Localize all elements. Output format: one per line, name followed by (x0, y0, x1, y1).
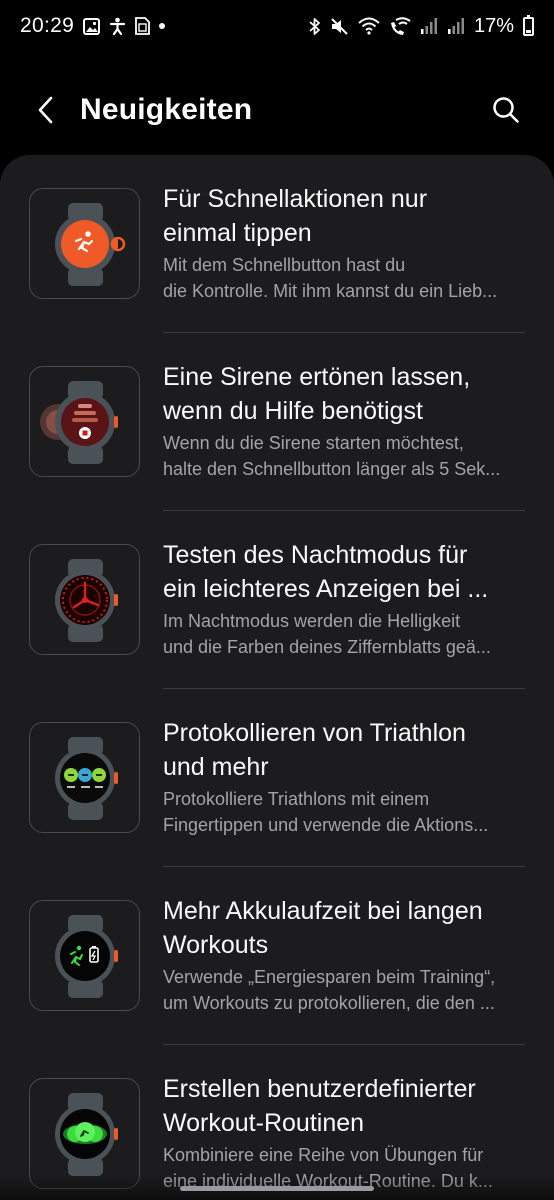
news-item-description: Verwende „Energiesparen beim Training“, (163, 967, 496, 987)
news-item-night-mode[interactable]: Testen des Nachtmodus für ein leichteres… (0, 511, 554, 689)
mute-icon (330, 17, 349, 36)
battery-icon (523, 14, 534, 36)
news-item-workout-routines[interactable]: Erstellen benutzerdefinierter Workout-Ro… (0, 1045, 554, 1200)
news-item-text: Mehr Akkulaufzeit bei langen Workouts Ve… (163, 894, 525, 1016)
quick-button-thumbnail (29, 188, 140, 299)
news-item-text: Für Schnellaktionen nur einmal tippen Mi… (163, 182, 525, 304)
status-right: 17% (308, 14, 534, 38)
navigation-handle[interactable] (180, 1186, 374, 1191)
news-item-title: Workout-Routinen (163, 1109, 365, 1137)
battery-saving-thumbnail (29, 900, 140, 1011)
accessibility-icon (109, 17, 126, 35)
news-item-description: Im Nachtmodus werden die Helligkeit (163, 611, 461, 631)
night-mode-thumbnail (29, 544, 140, 655)
signal-icon (447, 17, 465, 35)
news-item-title: und mehr (163, 753, 269, 781)
news-item-title: Erstellen benutzerdefinierter (163, 1075, 476, 1103)
dot-icon (159, 23, 166, 29)
news-item-title: Testen des Nachtmodus für (163, 541, 468, 569)
workout-routines-thumbnail (29, 1078, 140, 1189)
status-bar: 20:29 17% (0, 0, 554, 52)
news-item-description: Mit dem Schnellbutton hast du (163, 255, 406, 275)
news-item-triathlon[interactable]: Protokollieren von Triathlon und mehr Pr… (0, 689, 554, 867)
search-icon (493, 97, 519, 123)
chevron-left-icon (38, 96, 53, 124)
news-item-quick-button[interactable]: Für Schnellaktionen nur einmal tippen Mi… (0, 155, 554, 333)
news-item-title: wenn du Hilfe benötigst (163, 397, 423, 425)
news-item-siren[interactable]: Eine Sirene ertönen lassen, wenn du Hilf… (0, 333, 554, 511)
news-item-title: Protokollieren von Triathlon (163, 719, 466, 747)
news-item-text: Eine Sirene ertönen lassen, wenn du Hilf… (163, 360, 525, 482)
news-item-title: Mehr Akkulaufzeit bei langen (163, 897, 483, 925)
news-item-text: Erstellen benutzerdefinierter Workout-Ro… (163, 1072, 525, 1194)
news-item-text: Testen des Nachtmodus für ein leichteres… (163, 538, 525, 660)
news-item-description: die Kontrolle. Mit ihm kannst du ein Lie… (163, 281, 498, 301)
news-list: Für Schnellaktionen nur einmal tippen Mi… (0, 155, 554, 1200)
wifi-icon (358, 17, 380, 35)
news-item-description: Fingertippen und verwende die Aktions... (163, 815, 489, 835)
signal-icon (420, 17, 438, 35)
news-item-battery-saving[interactable]: Mehr Akkulaufzeit bei langen Workouts Ve… (0, 867, 554, 1045)
gallery-icon (83, 17, 101, 35)
bluetooth-icon (308, 17, 321, 36)
status-time: 20:29 (20, 14, 75, 37)
news-item-description: Kombiniere eine Reihe von Übungen für (163, 1145, 484, 1165)
back-button[interactable] (16, 80, 76, 140)
news-item-description: und die Farben deines Ziffernblatts geä.… (163, 637, 491, 657)
news-item-title: Eine Sirene ertönen lassen, (163, 363, 471, 391)
battery-percent: 17% (473, 14, 514, 37)
siren-thumbnail (29, 366, 140, 477)
news-item-title: Für Schnellaktionen nur (163, 185, 428, 213)
search-button[interactable] (476, 80, 536, 140)
status-left: 20:29 (20, 14, 166, 38)
news-item-title: Workouts (163, 931, 269, 959)
news-item-description: Wenn du die Sirene starten möchtest, (163, 433, 464, 453)
news-item-description: Protokolliere Triathlons mit einem (163, 789, 430, 809)
page-title: Neuigkeiten (80, 93, 253, 126)
news-item-text: Protokollieren von Triathlon und mehr Pr… (163, 716, 525, 838)
news-item-description: halte den Schnellbutton länger als 5 Sek… (163, 459, 501, 479)
wifi-calling-icon (389, 17, 411, 35)
sim-icon (135, 17, 150, 35)
app-header: Neuigkeiten (0, 72, 554, 148)
news-item-description: um Workouts zu protokollieren, die den .… (163, 993, 495, 1013)
news-item-title: ein leichteres Anzeigen bei ... (163, 575, 489, 603)
news-item-title: einmal tippen (163, 219, 312, 247)
triathlon-thumbnail (29, 722, 140, 833)
